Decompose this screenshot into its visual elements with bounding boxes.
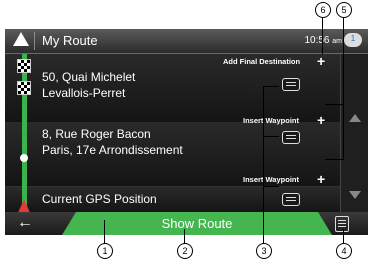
destination-street: 50, Quai Michelet bbox=[42, 70, 136, 84]
list-item[interactable]: Insert Waypoint + 8, Rue Roger Bacon Par… bbox=[5, 112, 340, 187]
callout-3-leader bbox=[263, 86, 264, 244]
insert-waypoint-plus[interactable]: + bbox=[317, 112, 325, 128]
navigation-arrow-icon[interactable] bbox=[13, 32, 29, 46]
callout-4-leader bbox=[343, 229, 344, 244]
document-icon[interactable] bbox=[282, 193, 300, 206]
insert-waypoint-label[interactable]: Insert Waypoint bbox=[243, 116, 299, 125]
checkered-flag-icon bbox=[17, 59, 31, 73]
waypoint-dot-icon bbox=[20, 154, 28, 162]
destination-street: 8, Rue Roger Bacon bbox=[42, 127, 151, 141]
message-icon[interactable]: 1 bbox=[344, 33, 362, 47]
document-icon[interactable] bbox=[282, 131, 300, 144]
add-final-destination-plus[interactable]: + bbox=[317, 53, 325, 69]
callout-3-branch bbox=[263, 86, 279, 87]
clock-time: 10:56 bbox=[304, 35, 330, 46]
callout-1: 1 bbox=[97, 243, 113, 259]
callout-3-branch bbox=[263, 136, 279, 137]
page-title: My Route bbox=[42, 33, 98, 48]
callout-1-leader bbox=[104, 220, 105, 244]
callout-2: 2 bbox=[177, 243, 193, 259]
callout-2-leader bbox=[184, 229, 185, 244]
add-final-destination-label[interactable]: Add Final Destination bbox=[223, 57, 300, 66]
menu-icon[interactable] bbox=[335, 216, 349, 232]
callout-6-leader bbox=[322, 16, 323, 54]
clock: 10:56 am bbox=[304, 35, 342, 46]
destination-address-2: 8, Rue Roger Bacon Paris, 17e Arrondisse… bbox=[42, 126, 183, 158]
callout-3-branch bbox=[263, 186, 279, 187]
back-arrow-icon[interactable]: ← bbox=[17, 212, 57, 235]
title-bar: My Route 10:56 am 1 bbox=[5, 29, 368, 54]
route-list: Add Final Destination + 50, Quai Michele… bbox=[5, 53, 340, 215]
title-separator bbox=[34, 32, 35, 50]
bottom-bar: ← Show Route bbox=[5, 212, 368, 235]
callout-5-leader bbox=[343, 16, 344, 160]
clock-suffix: am bbox=[332, 38, 342, 45]
scroll-up-icon[interactable] bbox=[349, 114, 361, 122]
insert-waypoint-label[interactable]: Insert Waypoint bbox=[243, 175, 299, 184]
destination-address-1: 50, Quai Michelet Levallois-Perret bbox=[42, 69, 135, 101]
insert-waypoint-plus[interactable]: + bbox=[317, 171, 325, 187]
show-route-button[interactable]: Show Route bbox=[62, 212, 332, 235]
device-screen: My Route 10:56 am 1 Add Final Destinatio… bbox=[5, 29, 368, 235]
list-item[interactable]: Add Final Destination + 50, Quai Michele… bbox=[5, 53, 340, 122]
scroll-panel bbox=[340, 54, 368, 212]
callout-5-branch bbox=[325, 104, 343, 105]
message-count: 1 bbox=[350, 34, 356, 43]
scroll-down-icon[interactable] bbox=[349, 191, 361, 199]
show-route-label: Show Route bbox=[161, 216, 233, 231]
checkered-flag-icon bbox=[17, 81, 31, 95]
destination-city: Levallois-Perret bbox=[42, 86, 126, 100]
document-icon[interactable] bbox=[282, 78, 300, 91]
destination-city: Paris, 17e Arrondissement bbox=[42, 143, 183, 157]
callout-5-branch bbox=[325, 159, 343, 160]
callout-4: 4 bbox=[336, 243, 352, 259]
callout-3: 3 bbox=[256, 243, 272, 259]
callout-5: 5 bbox=[336, 2, 352, 18]
callout-6: 6 bbox=[315, 2, 331, 18]
list-item[interactable]: Current GPS Position bbox=[5, 186, 340, 213]
route-line bbox=[22, 54, 27, 212]
current-position-label: Current GPS Position bbox=[42, 192, 157, 206]
